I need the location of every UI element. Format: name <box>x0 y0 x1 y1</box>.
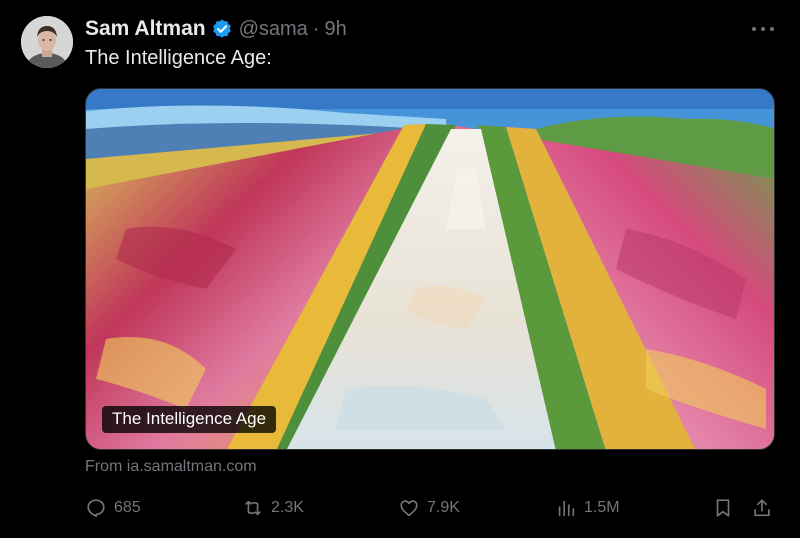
tweet[interactable]: Sam Altman @sama · 9h The Intelligence A… <box>0 0 800 538</box>
avatar[interactable] <box>21 16 73 68</box>
reply-icon <box>87 499 105 518</box>
action-bar: 685 2.3K 7.9K 1.5M <box>85 494 778 522</box>
tweet-header: Sam Altman @sama · 9h <box>85 16 347 42</box>
card-source[interactable]: From ia.samaltman.com <box>85 458 257 476</box>
card-title: The Intelligence Age <box>102 406 277 433</box>
reply-count: 685 <box>114 499 141 516</box>
more-icon[interactable] <box>752 22 774 36</box>
share-button[interactable] <box>751 494 773 522</box>
like-button[interactable]: 7.9K <box>398 494 460 522</box>
like-count: 7.9K <box>427 499 460 516</box>
bookmark-icon <box>716 499 730 517</box>
views-icon <box>558 500 575 517</box>
link-card-image[interactable]: The Intelligence Age <box>85 88 775 450</box>
display-name[interactable]: Sam Altman <box>85 17 206 41</box>
reply-button[interactable]: 685 <box>85 494 141 522</box>
card-painting <box>86 89 774 449</box>
post-time[interactable]: 9h <box>324 18 346 41</box>
views-count: 1.5M <box>584 499 620 516</box>
separator-dot: · <box>312 17 320 40</box>
share-icon <box>754 499 770 517</box>
heart-icon <box>400 500 418 517</box>
bookmark-button[interactable] <box>712 494 734 522</box>
repost-icon <box>245 500 261 516</box>
verified-badge-icon[interactable] <box>211 18 233 40</box>
author-handle[interactable]: @sama <box>239 18 308 41</box>
repost-count: 2.3K <box>271 499 304 516</box>
repost-button[interactable]: 2.3K <box>242 494 304 522</box>
views-button[interactable]: 1.5M <box>555 494 620 522</box>
tweet-text: The Intelligence Age: <box>85 47 272 69</box>
